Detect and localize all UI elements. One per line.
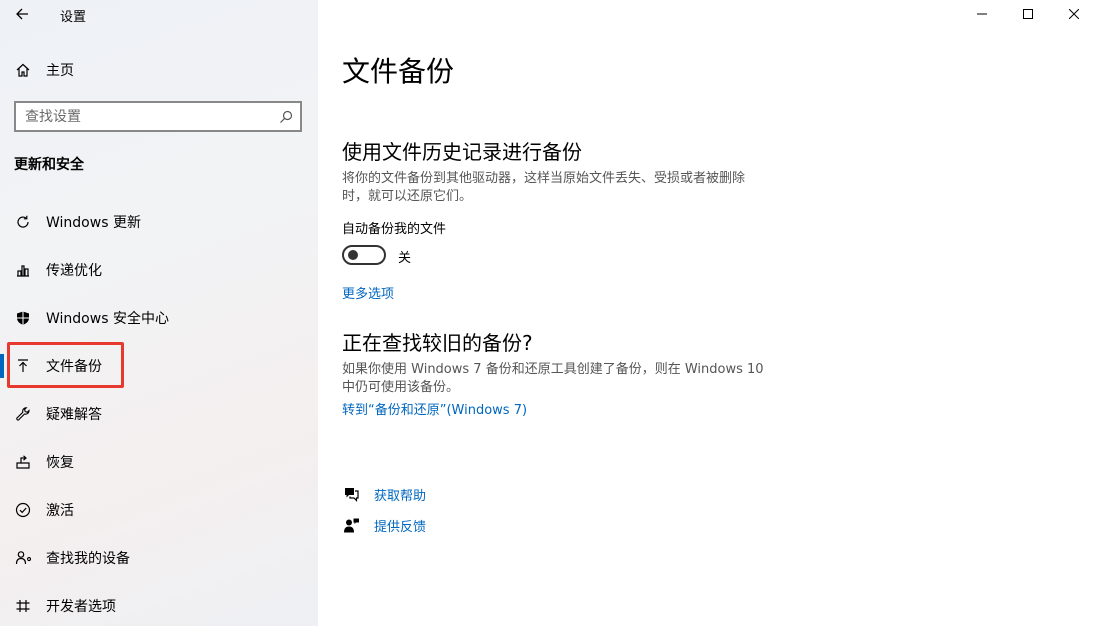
older-backup-heading: 正在查找较旧的备份?	[342, 331, 533, 355]
minimize-icon	[977, 13, 987, 15]
toggle-knob	[348, 250, 358, 260]
sidebar-item-label: 恢复	[46, 455, 74, 471]
page-title: 文件备份	[342, 55, 455, 88]
sidebar-item-label: 激活	[46, 503, 74, 519]
sidebar-item-delivery-optimization[interactable]: 传递优化	[0, 246, 318, 294]
title-bar: 设置	[0, 0, 318, 30]
close-button[interactable]	[1051, 0, 1097, 28]
sidebar-item-label: 开发者选项	[46, 599, 116, 615]
chat-help-icon	[342, 485, 360, 503]
backup-restore-link[interactable]: 转到“备份和还原”(Windows 7)	[342, 399, 527, 418]
sidebar-item-label: 文件备份	[46, 359, 102, 375]
auto-backup-label: 自动备份我的文件	[342, 222, 447, 237]
sidebar-item-recovery[interactable]: 恢复	[0, 438, 318, 486]
sidebar-item-label: 查找我的设备	[46, 551, 130, 567]
back-button[interactable]	[8, 2, 36, 26]
minimize-button[interactable]	[959, 0, 1005, 28]
sidebar-item-activation[interactable]: 激活	[0, 486, 318, 534]
get-help-row[interactable]: 获取帮助	[342, 484, 426, 504]
search-box	[14, 101, 302, 132]
maximize-icon	[1023, 9, 1033, 19]
more-options-link[interactable]: 更多选项	[342, 283, 394, 302]
toggle-state-label: 关	[398, 251, 412, 266]
file-history-description: 将你的文件备份到其他驱动器，这样当原始文件丢失、受损或者被删除 时，就可以还原它…	[342, 170, 787, 206]
close-icon	[1069, 9, 1079, 19]
feedback-person-icon	[342, 516, 360, 534]
description-line: 时，就可以还原它们。	[342, 189, 473, 204]
sidebar-item-windows-update[interactable]: Windows 更新	[0, 198, 318, 246]
search-icon	[280, 110, 293, 123]
refresh-icon	[14, 213, 32, 231]
window-controls	[959, 0, 1097, 30]
section-title: 更新和安全	[14, 157, 84, 173]
sidebar-item-label: 传递优化	[46, 263, 102, 279]
developer-tools-icon	[14, 597, 32, 615]
home-icon	[14, 61, 32, 79]
recovery-icon	[14, 453, 32, 471]
nav-list: Windows 更新 传递优化 Windows 安全中心 文件备份 疑难解答 恢…	[0, 198, 318, 626]
maximize-button[interactable]	[1005, 0, 1051, 28]
description-line: 将你的文件备份到其他驱动器，这样当原始文件丢失、受损或者被删除	[342, 171, 746, 186]
sidebar-item-label: 疑难解答	[46, 407, 102, 423]
sidebar-item-windows-security[interactable]: Windows 安全中心	[0, 294, 318, 342]
app-title: 设置	[60, 10, 87, 25]
auto-backup-toggle[interactable]	[342, 245, 386, 265]
feedback-link[interactable]: 提供反馈	[374, 516, 426, 535]
sidebar-item-developer-options[interactable]: 开发者选项	[0, 582, 318, 626]
sidebar-item-label: Windows 更新	[46, 215, 141, 231]
search-button[interactable]	[272, 103, 300, 130]
search-input[interactable]	[16, 108, 272, 125]
check-circle-icon	[14, 501, 32, 519]
shield-icon	[14, 309, 32, 327]
back-arrow-icon	[16, 8, 28, 20]
sidebar-item-file-backup[interactable]: 文件备份	[0, 342, 318, 390]
description-line: 如果你使用 Windows 7 备份和还原工具创建了备份，则在 Windows …	[342, 362, 764, 377]
sidebar-item-home[interactable]: 主页	[0, 54, 318, 86]
older-backup-description: 如果你使用 Windows 7 备份和还原工具创建了备份，则在 Windows …	[342, 361, 787, 397]
sidebar: 设置 主页 更新和安全 Windows 更新	[0, 0, 318, 626]
backup-arrow-icon	[14, 357, 32, 375]
file-history-heading: 使用文件历史记录进行备份	[342, 140, 582, 164]
wrench-icon	[14, 405, 32, 423]
sidebar-item-label: Windows 安全中心	[46, 311, 169, 327]
sidebar-item-find-my-device[interactable]: 查找我的设备	[0, 534, 318, 582]
home-label: 主页	[46, 63, 74, 79]
person-location-icon	[14, 549, 32, 567]
sidebar-item-troubleshoot[interactable]: 疑难解答	[0, 390, 318, 438]
description-line: 中仍可使用该备份。	[342, 380, 460, 395]
feedback-row[interactable]: 提供反馈	[342, 515, 426, 535]
get-help-link[interactable]: 获取帮助	[374, 485, 426, 504]
delivery-optimization-icon	[14, 261, 32, 279]
main-panel: 文件备份 使用文件历史记录进行备份 将你的文件备份到其他驱动器，这样当原始文件丢…	[318, 0, 1097, 626]
